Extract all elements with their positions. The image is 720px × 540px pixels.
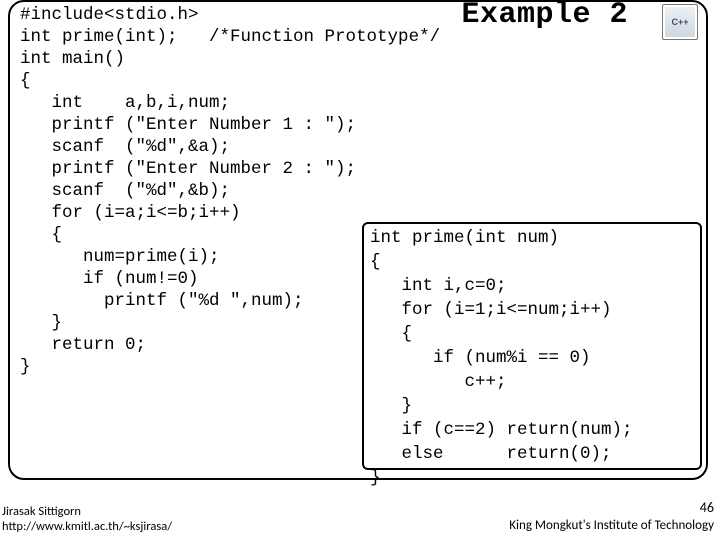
footer-url: http://www.kmitl.ac.th/~ksjirasa/: [2, 519, 172, 534]
inset-frame: int prime(int num) { int i,c=0; for (i=1…: [362, 222, 702, 470]
cpp-logo-icon: C++: [662, 4, 698, 40]
slide-frame: Example 2 C++ #include<stdio.h> int prim…: [8, 0, 708, 480]
footer-right: 46 King Mongkut's Institute of Technolog…: [509, 499, 714, 534]
inset-code-block: int prime(int num) { int i,c=0; for (i=1…: [370, 226, 633, 490]
slide-title: Example 2: [461, 0, 628, 32]
footer-left: Jirasak Sittigorn http://www.kmitl.ac.th…: [2, 504, 172, 534]
footer-author: Jirasak Sittigorn: [2, 504, 172, 519]
page-number: 46: [509, 499, 714, 516]
footer-institution: King Mongkut's Institute of Technology: [509, 518, 714, 533]
